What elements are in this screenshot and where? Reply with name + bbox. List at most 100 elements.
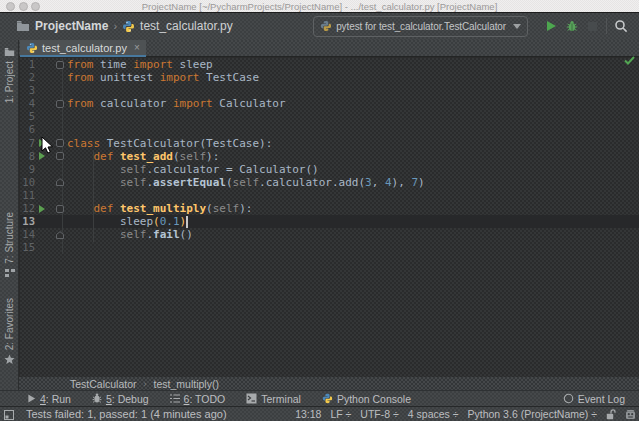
- line-ending-widget[interactable]: LF ÷: [330, 408, 351, 420]
- code-line-10[interactable]: 10 self.assertEqual(self.calculator.add(…: [20, 176, 639, 189]
- debug-button[interactable]: [561, 16, 582, 36]
- run-test-icon[interactable]: [39, 205, 45, 213]
- run-configuration-select[interactable]: pytest for test_calculator.TestCalculato…: [313, 16, 528, 37]
- run-configuration-label: pytest for test_calculator.TestCalculato…: [336, 21, 506, 32]
- toolwindow-label: 6: TODO: [184, 393, 226, 405]
- encoding-widget[interactable]: UTF-8 ÷: [360, 408, 398, 420]
- caret-position-widget[interactable]: 13:18: [295, 408, 321, 420]
- code-line-5[interactable]: 5: [20, 110, 639, 123]
- gutter-fold-column: [48, 123, 62, 136]
- toolwindow-terminal[interactable]: Terminal: [246, 393, 301, 405]
- toolwindow-run[interactable]: 4: Run: [27, 393, 71, 405]
- code-line-8[interactable]: 8 def test_add(self):: [20, 150, 639, 163]
- line-number: 11: [20, 189, 35, 202]
- indent-guide: [93, 150, 94, 242]
- fold-start-icon[interactable]: [56, 61, 64, 69]
- unlocked-icon[interactable]: [606, 409, 616, 420]
- status-widgets: 13:18 LF ÷ UTF-8 ÷ 4 spaces ÷ Python 3.6…: [295, 408, 636, 420]
- toolwindow-todo[interactable]: 6: TODO: [170, 393, 226, 405]
- gutter-fold-column: [48, 84, 62, 97]
- tab-label: test_calculator.py: [42, 42, 127, 54]
- chevron-down-icon: [513, 24, 521, 29]
- gutter-fold-column: [48, 71, 62, 84]
- code-editor[interactable]: 1from time import sleep2from unittest im…: [20, 58, 639, 377]
- gutter-fold-column: [48, 202, 62, 215]
- code-text: sleep(0.1): [62, 215, 639, 228]
- sidebar-label-favorites: 2: Favorites: [4, 298, 15, 350]
- gutter-run-column: [35, 110, 48, 123]
- todo-toolwindow-icon: [170, 394, 180, 403]
- breadcrumb-project[interactable]: ProjectName: [35, 19, 108, 33]
- toolwindow-label: Python Console: [337, 393, 411, 405]
- sidebar-item-favorites[interactable]: 2: Favorites: [0, 298, 19, 365]
- stop-button[interactable]: [582, 16, 603, 36]
- code-line-11[interactable]: 11: [20, 189, 639, 202]
- code-line-14[interactable]: 14 self.fail(): [20, 228, 639, 241]
- code-line-3[interactable]: 3: [20, 84, 639, 97]
- code-text: self.fail(): [62, 228, 639, 241]
- code-line-4[interactable]: 4from calculator import Calculator: [20, 97, 639, 110]
- code-text: def test_multiply(self):: [62, 202, 639, 215]
- code-line-1[interactable]: 1from time import sleep: [20, 58, 639, 71]
- gutter-run-column: [35, 163, 48, 176]
- fold-start-icon[interactable]: [56, 139, 64, 147]
- gutter-run-column: [35, 71, 48, 84]
- code-text: [62, 84, 639, 97]
- toolwindow-python-console[interactable]: Python Console: [322, 393, 411, 405]
- status-message[interactable]: Tests failed: 1, passed: 1 (4 minutes ag…: [26, 408, 227, 420]
- breadcrumb-file[interactable]: test_calculator.py: [140, 19, 233, 33]
- gutter-run-column: [35, 176, 48, 189]
- tab-test-calculator[interactable]: test_calculator.py ×: [20, 40, 146, 57]
- line-number: 12: [20, 202, 35, 215]
- gutter-fold-column: [48, 228, 62, 241]
- code-text: class TestCalculator(TestCase):: [62, 137, 639, 150]
- code-text: [62, 123, 639, 136]
- toolwindow-event-log[interactable]: Event Log: [563, 393, 625, 405]
- line-number: 3: [20, 84, 35, 97]
- sidebar-item-project[interactable]: 1: Project: [0, 47, 19, 103]
- fold-start-icon[interactable]: [56, 100, 64, 108]
- indent-widget[interactable]: 4 spaces ÷: [408, 408, 459, 420]
- project-icon: [4, 47, 15, 57]
- tab-close-icon[interactable]: ×: [134, 42, 140, 53]
- fold-end-icon[interactable]: [56, 178, 64, 186]
- code-line-12[interactable]: 12 def test_multiply(self):: [20, 202, 639, 215]
- code-line-6[interactable]: 6: [20, 123, 639, 136]
- fold-start-icon[interactable]: [56, 152, 64, 160]
- pytest-icon: [320, 20, 332, 32]
- code-line-15[interactable]: 15: [20, 241, 639, 254]
- code-line-2[interactable]: 2from unittest import TestCase: [20, 71, 639, 84]
- code-line-7[interactable]: 7 class TestCalculator(TestCase):: [20, 137, 639, 150]
- gutter-run-column: [35, 97, 48, 110]
- toolwindow-label: Event Log: [578, 393, 625, 405]
- gutter-run-column: [35, 202, 48, 215]
- line-number: 10: [20, 176, 35, 189]
- debug-toolwindow-icon: [92, 393, 102, 404]
- toolwindow-switcher-icon[interactable]: [4, 410, 14, 420]
- fold-end-icon[interactable]: [56, 231, 64, 239]
- toolbar-separator: [606, 18, 607, 34]
- code-text: from time import sleep: [62, 58, 639, 71]
- search-everywhere-icon[interactable]: [610, 16, 631, 36]
- line-number: 7: [20, 137, 35, 150]
- theme-indicator-icon[interactable]: [625, 409, 636, 420]
- gutter-fold-column: [48, 241, 62, 254]
- gutter-fold-column: [48, 97, 62, 110]
- breadcrumb-class[interactable]: TestCalculator: [70, 378, 137, 390]
- breadcrumb-separator: ›: [113, 20, 117, 32]
- code-line-13[interactable]: 13 sleep(0.1): [20, 215, 639, 228]
- interpreter-widget[interactable]: Python 3.6 (ProjectName) ÷: [468, 408, 597, 420]
- inspections-ok-icon[interactable]: [624, 56, 635, 65]
- gutter-fold-column: [48, 58, 62, 71]
- toolwindow-debug[interactable]: 5: Debug: [92, 393, 149, 405]
- breadcrumb-method[interactable]: test_multiply(): [154, 378, 219, 390]
- code-line-9[interactable]: 9 self.calculator = Calculator(): [20, 163, 639, 176]
- run-button[interactable]: [540, 16, 561, 36]
- gutter-fold-column: [48, 176, 62, 189]
- fold-start-icon[interactable]: [56, 205, 64, 213]
- gutter-run-column: [35, 215, 48, 228]
- code-text: def test_add(self):: [62, 150, 639, 163]
- code-text: self.assertEqual(self.calculator.add(3, …: [62, 176, 639, 189]
- mouse-cursor: [41, 136, 54, 155]
- sidebar-item-structure[interactable]: 7: Structure: [0, 212, 19, 278]
